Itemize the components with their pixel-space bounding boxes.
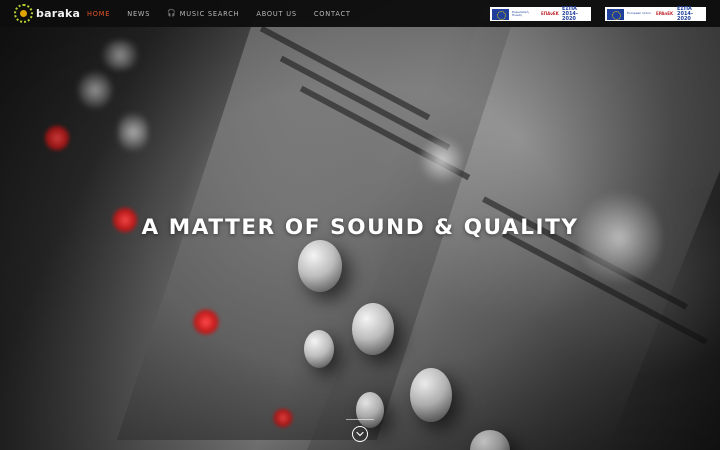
- eu-flag-icon: [492, 8, 509, 20]
- hero-headline: A MATTER OF SOUND & QUALITY: [141, 215, 579, 240]
- eu-flag-icon: [607, 8, 624, 20]
- chevron-down-icon: [356, 431, 364, 437]
- nav-item-contact[interactable]: CONTACT: [314, 10, 351, 18]
- headphones-icon: 🎧: [167, 9, 177, 17]
- scroll-down-button[interactable]: [352, 426, 368, 442]
- banner-espa: ΕΣΠΑ 2014-2020: [677, 5, 693, 22]
- banner-eu-label: Ευρωπαϊκή Ένωση: [512, 9, 529, 17]
- nav-item-label: MUSIC SEARCH: [179, 9, 240, 18]
- nav-item-label: ABOUT US: [256, 9, 297, 18]
- nav-item-music-search[interactable]: 🎧 MUSIC SEARCH: [167, 10, 239, 18]
- nav-item-about-us[interactable]: ABOUT US: [256, 10, 296, 18]
- banner-espa: ΕΣΠΑ 2014-2020: [562, 5, 578, 22]
- main-nav: HOME NEWS 🎧 MUSIC SEARCH ABOUT US CONTAC…: [87, 0, 368, 27]
- brand-logo[interactable]: baraka: [14, 4, 80, 23]
- scroll-divider: [346, 419, 374, 420]
- top-navbar: baraka HOME NEWS 🎧 MUSIC SEARCH ABOUT US…: [0, 0, 720, 27]
- nav-item-label: CONTACT: [313, 9, 351, 18]
- banner-eu-label: European Union: [627, 11, 651, 16]
- banner-program: ΕΠΑνΕΚ: [541, 11, 559, 16]
- nav-item-label: NEWS: [127, 9, 151, 18]
- brand-name: baraka: [36, 7, 81, 20]
- nav-item-home[interactable]: HOME: [87, 10, 110, 18]
- nav-item-label: HOME: [87, 9, 111, 18]
- espa-banner-english[interactable]: European Union EPAnEK ΕΣΠΑ 2014-2020: [605, 5, 706, 22]
- nav-item-news[interactable]: NEWS: [127, 10, 150, 18]
- espa-banner-greek[interactable]: Ευρωπαϊκή Ένωση ΕΠΑνΕΚ ΕΣΠΑ 2014-2020: [490, 5, 591, 22]
- baraka-logo-icon: [14, 4, 33, 23]
- banner-program: EPAnEK: [656, 11, 674, 16]
